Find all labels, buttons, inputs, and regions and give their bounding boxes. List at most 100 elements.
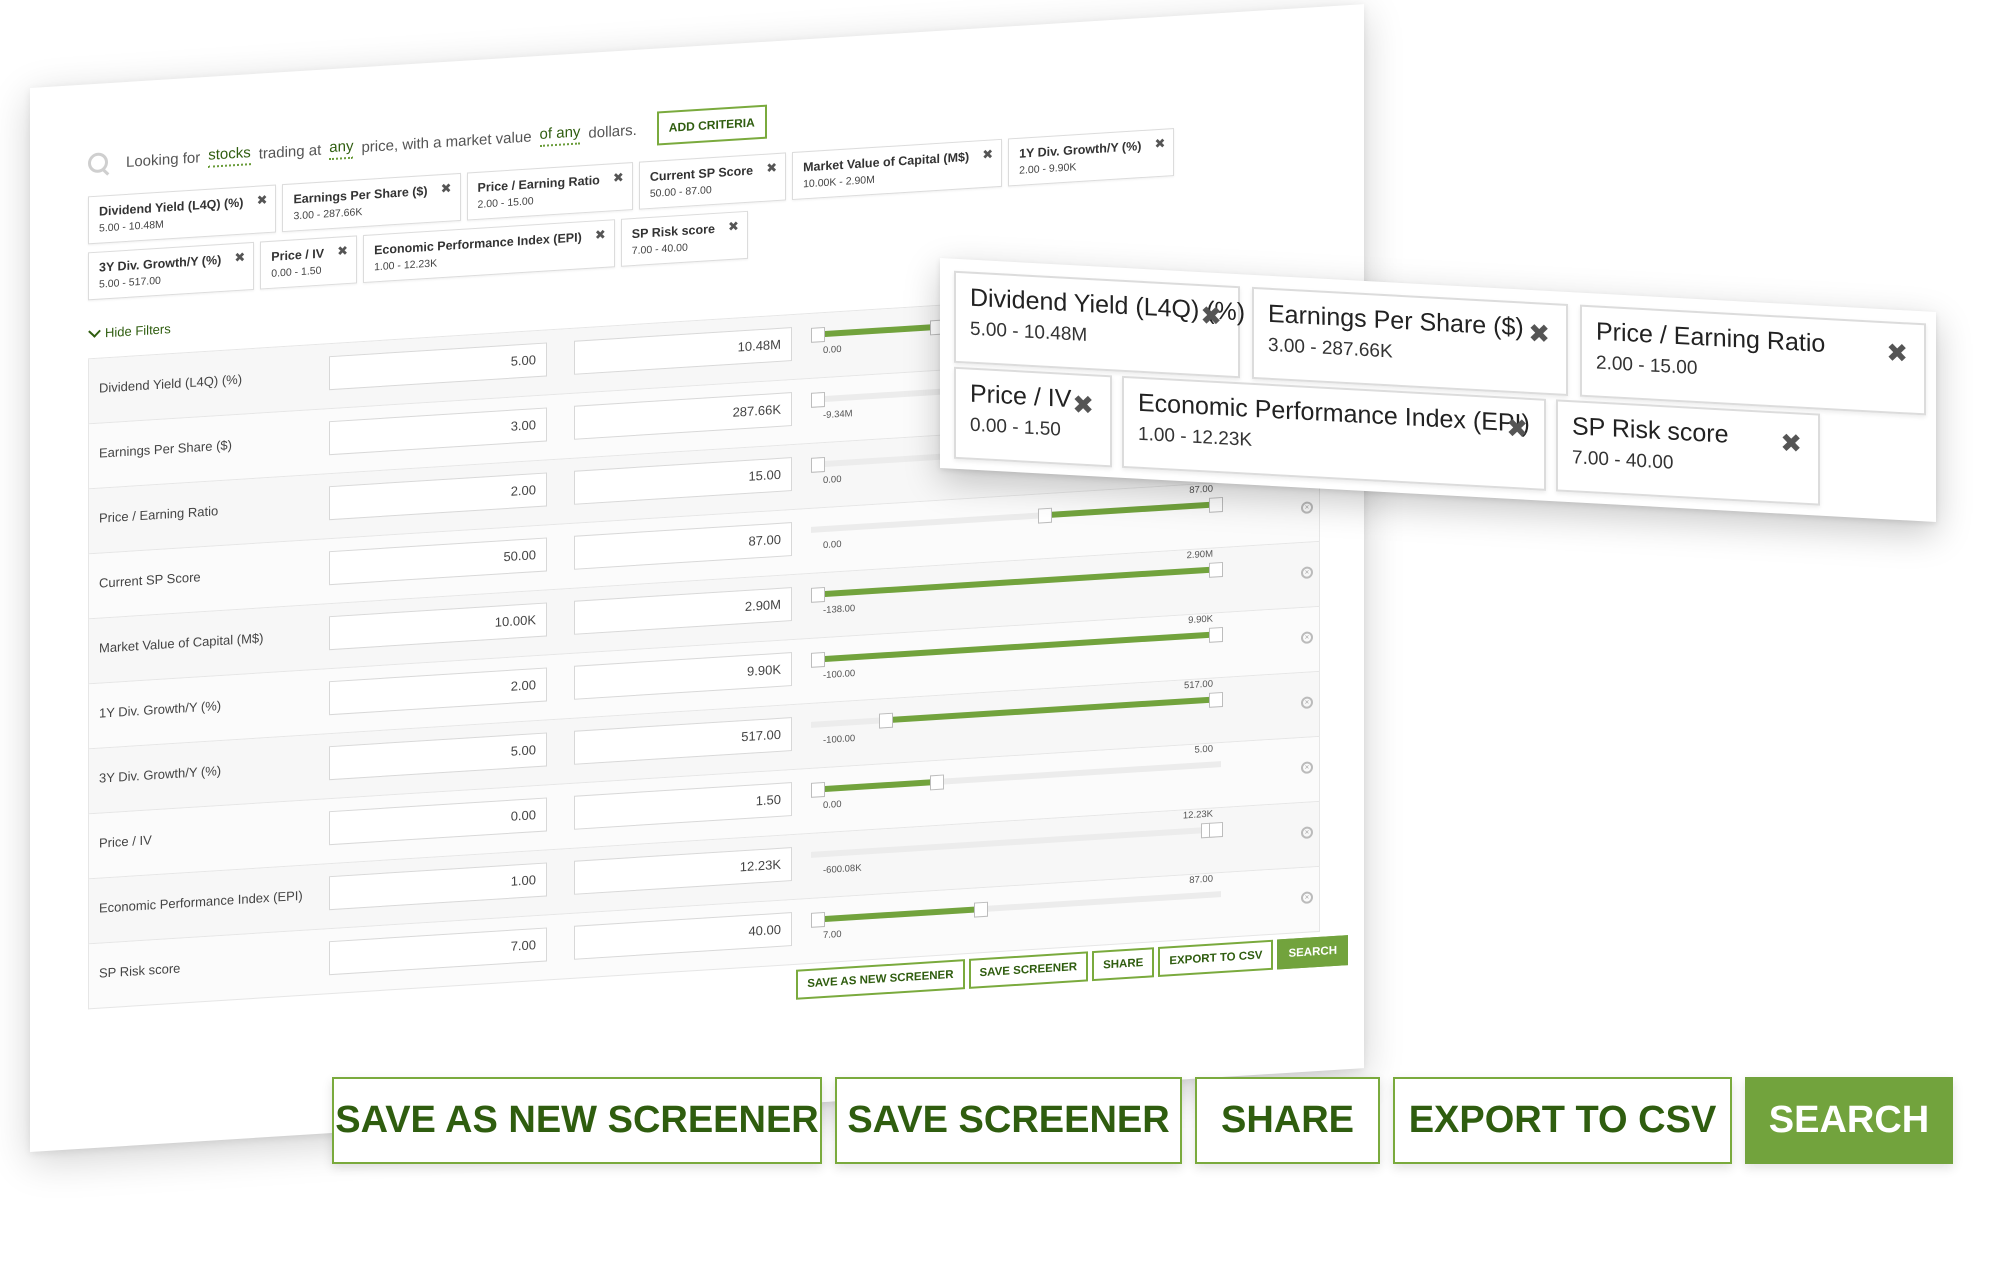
save-screener-button[interactable]: SAVE SCREENER bbox=[968, 951, 1089, 989]
asset-selector[interactable]: stocks bbox=[208, 143, 251, 168]
search-prefix: Looking for bbox=[126, 148, 201, 171]
range-slider[interactable]: -138.00 2.90M bbox=[811, 549, 1223, 617]
hide-filters-toggle[interactable]: Hide Filters bbox=[88, 321, 171, 341]
filter-max-input[interactable]: 12.23K bbox=[574, 847, 792, 895]
close-icon[interactable]: ✖ bbox=[257, 192, 268, 209]
tag-range: 50.00 - 87.00 bbox=[649, 184, 712, 201]
search-button[interactable]: SEARCH bbox=[1277, 935, 1348, 970]
range-slider[interactable]: 0.00 5.00 bbox=[811, 744, 1221, 811]
filter-max-input[interactable]: 517.00 bbox=[574, 717, 792, 765]
filter-min-input[interactable]: 5.00 bbox=[329, 342, 547, 391]
remove-filter-icon[interactable]: × bbox=[1301, 761, 1313, 775]
remove-filter-icon[interactable]: × bbox=[1301, 826, 1313, 840]
callout-criteria-tag: Economic Performance Index (EPI) 1.00 - 1… bbox=[1122, 375, 1546, 491]
filter-label: SP Risk score bbox=[99, 960, 181, 981]
remove-filter-icon[interactable]: × bbox=[1301, 891, 1313, 905]
close-icon[interactable]: ✖ bbox=[1886, 337, 1908, 369]
criteria-tag: Economic Performance Index (EPI) 1.00 - 1… bbox=[363, 219, 615, 284]
filter-min-input[interactable]: 0.00 bbox=[329, 797, 547, 846]
slider-min-label: -100.00 bbox=[823, 733, 856, 747]
hide-filters-label: Hide Filters bbox=[105, 321, 171, 341]
range-slider[interactable]: -100.00 9.90K bbox=[811, 614, 1223, 681]
filter-label: Price / Earning Ratio bbox=[99, 503, 219, 526]
share-button[interactable]: SHARE bbox=[1092, 947, 1155, 982]
filter-label: Market Value of Capital (M$) bbox=[99, 630, 264, 656]
slider-min-handle[interactable] bbox=[811, 586, 825, 603]
range-slider[interactable]: 0.00 87.00 bbox=[811, 484, 1223, 551]
criteria-tag: Dividend Yield (L4Q) (%) 5.00 - 10.48M ✖ bbox=[88, 184, 277, 245]
big-save-as-new-screener-button[interactable]: SAVE AS NEW SCREENER bbox=[332, 1077, 822, 1164]
filter-max-input[interactable]: 287.66K bbox=[574, 392, 792, 440]
close-icon[interactable]: ✖ bbox=[1072, 389, 1094, 421]
close-icon[interactable]: ✖ bbox=[1200, 300, 1222, 332]
slider-max-handle[interactable] bbox=[1209, 496, 1223, 513]
remove-filter-icon[interactable]: × bbox=[1301, 631, 1313, 645]
slider-max-handle[interactable] bbox=[811, 391, 825, 408]
remove-filter-icon[interactable]: × bbox=[1301, 566, 1313, 580]
close-icon[interactable]: ✖ bbox=[441, 180, 452, 197]
slider-min-label: -138.00 bbox=[823, 603, 856, 617]
filter-max-input[interactable]: 87.00 bbox=[574, 522, 792, 570]
slider-max-handle[interactable] bbox=[974, 901, 988, 918]
filter-max-input[interactable]: 2.90M bbox=[574, 587, 792, 635]
close-icon[interactable]: ✖ bbox=[234, 249, 245, 266]
big-save-screener-button[interactable]: SAVE SCREENER bbox=[835, 1077, 1182, 1164]
filter-min-input[interactable]: 2.00 bbox=[329, 667, 547, 716]
range-slider[interactable]: -600.08K 12.23K bbox=[811, 809, 1223, 876]
big-export-csv-button[interactable]: EXPORT TO CSV bbox=[1393, 1077, 1732, 1164]
market-value-selector[interactable]: of any bbox=[539, 122, 581, 147]
close-icon[interactable]: ✖ bbox=[613, 170, 624, 187]
slider-max-handle[interactable] bbox=[1209, 821, 1223, 838]
big-share-button[interactable]: SHARE bbox=[1195, 1077, 1380, 1164]
big-search-button[interactable]: SEARCH bbox=[1745, 1077, 1953, 1164]
slider-max-handle[interactable] bbox=[930, 774, 944, 791]
export-csv-button[interactable]: EXPORT TO CSV bbox=[1158, 939, 1274, 978]
range-slider[interactable]: 7.00 87.00 bbox=[811, 874, 1221, 941]
filter-min-input[interactable]: 10.00K bbox=[329, 602, 547, 651]
close-icon[interactable]: ✖ bbox=[982, 146, 993, 163]
slider-max-label: 12.23K bbox=[1182, 808, 1213, 822]
remove-filter-icon[interactable]: × bbox=[1301, 501, 1313, 515]
tag-range: 2.00 - 9.90K bbox=[1019, 161, 1077, 177]
callout-tag-range: 3.00 - 287.66K bbox=[1268, 334, 1393, 363]
filter-max-input[interactable]: 10.48M bbox=[574, 327, 792, 375]
close-icon[interactable]: ✖ bbox=[1506, 413, 1528, 445]
filter-max-input[interactable]: 1.50 bbox=[574, 782, 792, 830]
slider-max-handle[interactable] bbox=[1209, 691, 1223, 708]
filter-min-input[interactable]: 5.00 bbox=[329, 732, 547, 781]
remove-filter-icon[interactable]: × bbox=[1301, 696, 1313, 710]
slider-min-handle[interactable] bbox=[811, 781, 825, 798]
slider-max-handle[interactable] bbox=[1209, 561, 1223, 578]
slider-fill bbox=[817, 906, 980, 923]
save-as-new-screener-button[interactable]: SAVE AS NEW SCREENER bbox=[796, 959, 965, 1000]
range-slider[interactable]: -100.00 517.00 bbox=[811, 679, 1223, 747]
slider-fill bbox=[817, 323, 936, 338]
filter-max-input[interactable]: 40.00 bbox=[574, 912, 792, 960]
slider-min-handle[interactable] bbox=[879, 712, 893, 729]
slider-max-label: 9.90K bbox=[1188, 613, 1213, 627]
close-icon[interactable]: ✖ bbox=[728, 218, 739, 235]
tag-name: Current SP Score bbox=[649, 163, 754, 185]
slider-max-handle[interactable] bbox=[1209, 626, 1223, 643]
add-criteria-button[interactable]: ADD CRITERIA bbox=[656, 104, 767, 146]
slider-min-handle[interactable] bbox=[811, 326, 825, 343]
close-icon[interactable]: ✖ bbox=[595, 227, 606, 244]
close-icon[interactable]: ✖ bbox=[1780, 428, 1802, 460]
filter-max-input[interactable]: 15.00 bbox=[574, 457, 792, 505]
filter-min-input[interactable]: 1.00 bbox=[329, 862, 547, 911]
close-icon[interactable]: ✖ bbox=[337, 243, 348, 260]
filter-min-input[interactable]: 3.00 bbox=[329, 407, 547, 456]
close-icon[interactable]: ✖ bbox=[1528, 318, 1550, 350]
filter-min-input[interactable]: 50.00 bbox=[329, 537, 547, 586]
filter-max-input[interactable]: 9.90K bbox=[574, 652, 792, 700]
filter-label: Dividend Yield (L4Q) (%) bbox=[99, 371, 243, 396]
filter-min-input[interactable]: 7.00 bbox=[329, 927, 547, 976]
price-selector[interactable]: any bbox=[329, 137, 354, 160]
filter-min-input[interactable]: 2.00 bbox=[329, 472, 547, 521]
slider-min-handle[interactable] bbox=[811, 651, 825, 668]
slider-min-handle[interactable] bbox=[1038, 507, 1052, 524]
slider-min-handle[interactable] bbox=[811, 911, 825, 928]
close-icon[interactable]: ✖ bbox=[766, 160, 777, 177]
close-icon[interactable]: ✖ bbox=[1154, 136, 1165, 153]
slider-max-handle[interactable] bbox=[811, 456, 825, 473]
